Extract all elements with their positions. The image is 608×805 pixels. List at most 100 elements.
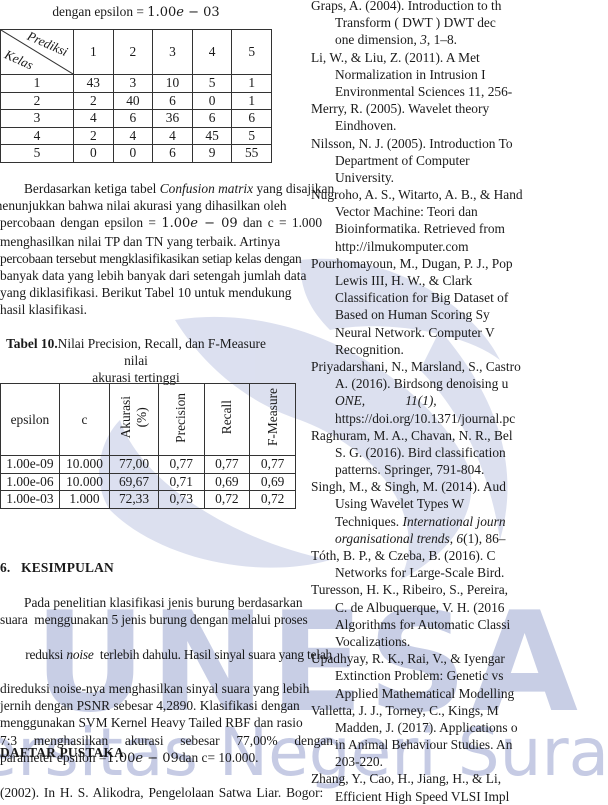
reference-line: S. G. (2016). Bird classification bbox=[335, 444, 506, 460]
row-header: 5 bbox=[0, 144, 74, 163]
cell-epsilon: 1.00e-03 bbox=[0, 490, 60, 509]
column-header: 2 bbox=[112, 29, 154, 75]
row-header: 1 bbox=[0, 74, 74, 93]
cell-fmeasure: 0,72 bbox=[249, 490, 296, 509]
reference-entry: Turesson, H. K., Ribeiro, S., Pereira, C.… bbox=[311, 581, 608, 650]
reference-line: Vocalizations. bbox=[335, 633, 411, 649]
reference-line: Techniques. International journ bbox=[335, 513, 506, 529]
cell-recall: 0,77 bbox=[203, 455, 251, 474]
paragraph-line: yang diklasifikasi. Berikut Tabel 10 unt… bbox=[0, 285, 292, 301]
table-cell: 5 bbox=[231, 126, 272, 145]
table-cell: 6 bbox=[112, 109, 154, 128]
reference-line-first: Raghuram, M. A., Chavan, N. R., Bel bbox=[311, 427, 513, 443]
reference-line-first: Nugroho, A. S., Witarto, A. B., & Hand bbox=[311, 187, 523, 203]
section-heading-daftar-pustaka: DAFTAR PUSTAKA bbox=[0, 745, 124, 760]
reference-line: Bioinformatika. Retrieved from bbox=[335, 221, 505, 237]
table-cell: 4 bbox=[73, 109, 114, 128]
table-cell: 55 bbox=[231, 144, 272, 163]
reference-list: Graps, A. (2004). Introduction to th Tran… bbox=[311, 0, 608, 805]
confusion-matrix-header-row: Prediksi Kelas 1 2 3 4 5 bbox=[0, 28, 272, 75]
reference-line: Neural Network. Computer V bbox=[335, 324, 495, 340]
reference-fragment: (2002). In H. S. Alikodra, Pengelolaan S… bbox=[0, 785, 324, 800]
paragraph-line: percobaan dengan epsilon = 1.00e − 09 da… bbox=[0, 215, 323, 232]
column-header: 4 bbox=[191, 29, 233, 75]
row-header: 4 bbox=[0, 126, 74, 145]
cell-fmeasure: 0,77 bbox=[249, 455, 296, 474]
reference-line-first: Priyadarshani, N., Marsland, S., Castro bbox=[311, 358, 521, 374]
table-cell: 2 bbox=[73, 91, 114, 110]
reference-line: Using Wavelet Types W bbox=[335, 496, 465, 512]
cell-epsilon: 1.00e-09 bbox=[0, 455, 60, 474]
header-precision: Precision bbox=[157, 383, 205, 456]
cell-recall: 0,69 bbox=[203, 472, 251, 491]
reference-entry: Tóth, B. P., & Czeba, B. (2016). C Networ… bbox=[311, 547, 608, 581]
section-heading-kesimpulan: 6. KESIMPULAN bbox=[0, 560, 114, 575]
reference-entry: Valletta, J. J., Torney, C., Kings, M Mad… bbox=[311, 702, 608, 771]
paragraph-line: menunjukkan bahwa nilai akurasi yang dih… bbox=[0, 198, 287, 214]
cell-c: 1.000 bbox=[58, 490, 111, 509]
conclusion-paragraph: Pada penelitian klasifikasi jenis burung… bbox=[0, 594, 333, 767]
reference-line-first: Valletta, J. J., Torney, C., Kings, M bbox=[311, 702, 499, 718]
table-cell: 45 bbox=[191, 126, 233, 145]
reference-line: Transform ( DWT ) DWT dec bbox=[335, 15, 496, 31]
cell-epsilon: 1.00e-06 bbox=[0, 472, 60, 491]
reference-entry: Nugroho, A. S., Witarto, A. B., & Hand Ve… bbox=[311, 186, 608, 255]
table-cell: 0 bbox=[73, 144, 114, 163]
paragraph-line: hasil klasifikasi. bbox=[0, 302, 88, 318]
reference-line: Vector Machine: Teori dan bbox=[335, 204, 478, 220]
table-cell: 1 bbox=[231, 91, 272, 110]
cell-akurasi: 72,33 bbox=[109, 490, 159, 509]
caption-prefix: dengan epsilon = bbox=[52, 4, 148, 19]
paragraph-line: percobaan tersebut mengklasifikasikan se… bbox=[0, 250, 302, 266]
table-cell: 6 bbox=[152, 91, 193, 110]
cell-precision: 0,71 bbox=[157, 472, 205, 491]
reference-line-first: Singh, M., & Singh, M. (2014). Aud bbox=[311, 479, 506, 495]
paragraph-line: banyak data yang lebih banyak dari seten… bbox=[0, 268, 307, 284]
table-cell: 1 bbox=[231, 74, 272, 93]
table-cell: 9 bbox=[191, 144, 233, 163]
reference-entry: Nilsson, N. J. (2005). Introduction To De… bbox=[311, 135, 608, 187]
table-cell: 2 bbox=[73, 126, 114, 145]
cell-c: 10.000 bbox=[58, 472, 111, 491]
table-row: 2 2 40 6 0 1 bbox=[0, 91, 272, 110]
reference-line: Lewis III, H. W., & Clark bbox=[335, 273, 473, 288]
reference-line: in Animal Behaviour Studies. An bbox=[335, 737, 513, 753]
reference-line: organisational trends, 6(1), 86– bbox=[335, 530, 506, 546]
reference-line: A. (2016). Birdsong denoising u bbox=[335, 376, 509, 392]
reference-line: Applied Mathematical Modelling bbox=[335, 685, 515, 701]
reference-entry: Graps, A. (2004). Introduction to th Tran… bbox=[311, 0, 608, 49]
reference-line-first: Graps, A. (2004). Introduction to th bbox=[311, 0, 502, 13]
table-cell: 3 bbox=[112, 74, 154, 93]
reference-line: Algorithms for Automatic Classi bbox=[335, 616, 511, 632]
cell-akurasi: 69,67 bbox=[109, 472, 159, 491]
paragraph-line: reduksi noise terlebih dahulu. Hasil sin… bbox=[25, 646, 333, 662]
reference-line: Eindhoven. bbox=[335, 118, 397, 134]
column-header: 1 bbox=[73, 29, 114, 75]
reference-entry: Pourhomayoun, M., Dugan, P. J., Pop Lewis… bbox=[311, 255, 608, 358]
reference-line: 203-220. bbox=[335, 754, 383, 770]
header-epsilon: epsilon bbox=[0, 383, 60, 456]
table9-caption-continued: dengan epsilon = 1.00e − 03 bbox=[0, 3, 272, 21]
cell-akurasi: 77,00 bbox=[109, 455, 159, 474]
reference-entry: Li, W., & Liu, Z. (2011). A Met Normaliza… bbox=[311, 49, 608, 101]
cell-precision: 0,73 bbox=[157, 490, 205, 509]
table-cell: 36 bbox=[152, 109, 193, 128]
reference-line-first: Tóth, B. P., & Czeba, B. (2016). C bbox=[311, 548, 496, 563]
paragraph-line: Pada penelitian klasifikasi jenis burung… bbox=[24, 595, 303, 610]
header-recall: Recall bbox=[203, 383, 251, 456]
reference-line-first: Zhang, Y., Cao, H., Jiang, H., & Li, bbox=[311, 771, 502, 787]
caption-math: 1.00e − 03 bbox=[147, 5, 220, 20]
reference-entry: Singh, M., & Singh, M. (2014). Aud Using … bbox=[311, 478, 608, 547]
paragraph-line: menghasilkan nilai TP dan TN yang terbai… bbox=[0, 233, 281, 249]
table10-header-row: epsilon c Akurasi (%) Precision Recall F-… bbox=[0, 383, 296, 456]
reference-entry: Priyadarshani, N., Marsland, S., Castro A… bbox=[311, 358, 608, 427]
reference-line-first: Nilsson, N. J. (2005). Introduction To bbox=[311, 135, 513, 151]
paragraph-line: Berdasarkan ketiga tabel Confusion matri… bbox=[24, 181, 335, 196]
table-row: 4 2 4 4 45 5 bbox=[0, 126, 272, 145]
table10-label: Tabel 10. bbox=[6, 336, 58, 351]
reference-line: Environmental Sciences 11, 256- bbox=[335, 83, 513, 99]
reference-line-first: Pourhomayoun, M., Dugan, P. J., Pop bbox=[311, 255, 513, 271]
table-cell: 6 bbox=[191, 109, 233, 128]
table-cell: 10 bbox=[152, 74, 193, 93]
header-fmeasure: F-Measure bbox=[249, 383, 296, 456]
